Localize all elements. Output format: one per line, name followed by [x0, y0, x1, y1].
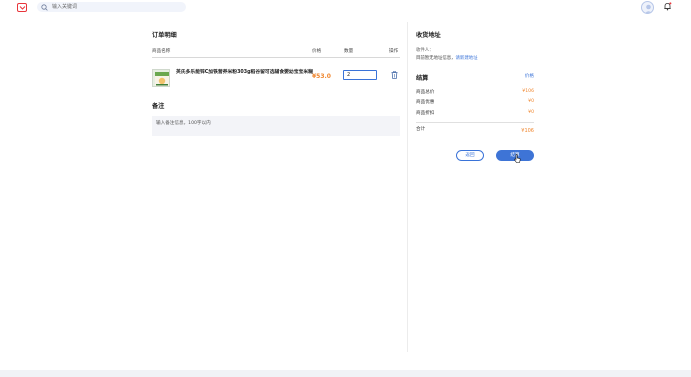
add-address-link[interactable]: 请新建地址	[456, 56, 478, 61]
settlement-line-value: ¥0	[528, 110, 534, 115]
column-price: 价格	[312, 49, 322, 54]
settlement-line: 商品折扣 ¥0	[416, 110, 534, 116]
settlement-line-label: 商品折扣	[416, 111, 435, 116]
product-image[interactable]	[152, 69, 170, 87]
settlement-line-value: ¥106	[522, 89, 534, 94]
column-divider	[407, 22, 408, 352]
product-price: ¥53.0	[312, 73, 331, 80]
total-row: 合计 ¥106	[416, 126, 534, 134]
settlement-line: 商品优惠 ¥0	[416, 99, 534, 105]
column-action: 操作	[389, 49, 399, 54]
column-quantity: 数量	[344, 49, 354, 54]
order-table-header: 商品名称 价格 数量 操作	[152, 48, 400, 58]
search-icon	[41, 4, 48, 11]
total-label: 合计	[416, 127, 426, 132]
settlement-line: 商品总价 ¥106	[416, 89, 534, 95]
order-panel: 订单明细 商品名称 价格 数量 操作 英氏多乐能锌C加铁营养米粉303g稻谷留可…	[152, 30, 400, 136]
address-empty-text: 目前暂无地址信息，	[416, 56, 456, 61]
top-bar	[0, 0, 691, 14]
search-box[interactable]	[37, 2, 186, 12]
settlement-line-label: 商品总价	[416, 90, 435, 95]
settlement-divider	[416, 122, 534, 123]
bell-icon[interactable]	[663, 2, 672, 11]
total-value: ¥106	[521, 128, 534, 134]
back-button[interactable]: 返回	[456, 150, 484, 161]
shopping-bag-icon[interactable]	[17, 3, 27, 12]
product-name[interactable]: 英氏多乐能锌C加铁营养米粉303g稻谷留可选辅食婴幼宝宝米糊	[176, 69, 316, 77]
settlement-title: 结算	[416, 75, 429, 82]
settlement-line-label: 商品优惠	[416, 100, 435, 105]
price-link[interactable]: 价格	[525, 73, 534, 79]
remark-textarea[interactable]	[152, 116, 400, 136]
address-empty-message: 目前暂无地址信息，请新建地址	[416, 55, 478, 61]
user-avatar-icon[interactable]	[641, 1, 654, 14]
remark-title: 备注	[152, 103, 165, 110]
settlement-line-value: ¥0	[528, 99, 534, 104]
bottom-strip	[0, 370, 691, 377]
checkout-panel: 收货地址 收件人： 目前暂无地址信息，请新建地址 结算 价格 商品总价 ¥106…	[416, 30, 534, 161]
table-row: 英氏多乐能锌C加铁营养米粉303g稻谷留可选辅食婴幼宝宝米糊 ¥53.0	[152, 67, 400, 89]
address-title: 收货地址	[416, 32, 441, 39]
quantity-input[interactable]	[343, 70, 377, 80]
order-title: 订单明细	[152, 32, 177, 39]
recipient-label: 收件人：	[416, 48, 434, 53]
trash-icon[interactable]	[391, 71, 398, 79]
search-input[interactable]	[52, 3, 182, 11]
hand-cursor-icon	[514, 154, 521, 163]
column-name: 商品名称	[152, 49, 171, 54]
